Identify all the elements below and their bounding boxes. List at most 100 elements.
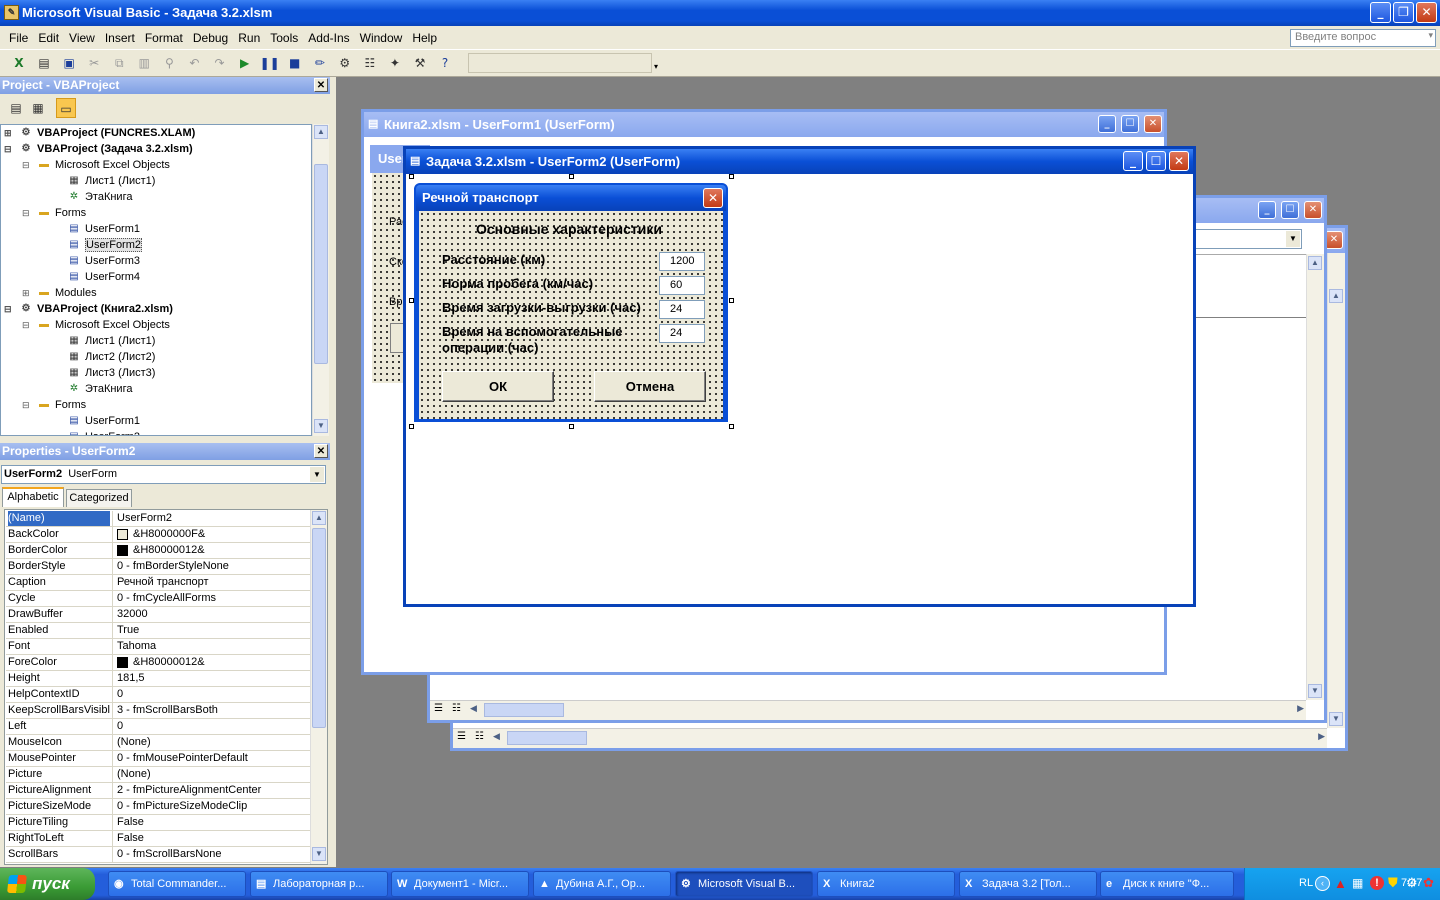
property-value[interactable]: 181,5 bbox=[112, 671, 310, 686]
close-icon[interactable]: ✕ bbox=[703, 188, 723, 208]
run-icon[interactable]: ▶ bbox=[235, 53, 255, 73]
minimize-button[interactable]: _ bbox=[1258, 201, 1276, 219]
property-value[interactable]: UserForm2 bbox=[112, 511, 310, 526]
restore-button[interactable]: ❐ bbox=[1393, 2, 1414, 23]
property-row[interactable]: DrawBuffer 32000 bbox=[6, 607, 312, 623]
save-icon[interactable]: ▣ bbox=[59, 53, 79, 73]
tree-node[interactable]: ⊟ ▬ Forms bbox=[22, 205, 86, 221]
resize-handle[interactable] bbox=[729, 298, 734, 303]
close-icon[interactable]: ✕ bbox=[1144, 115, 1162, 133]
code-hscroll[interactable]: ☰ ☷ ◀ ▶ bbox=[430, 700, 1306, 720]
properties-window-icon[interactable]: ☷ bbox=[360, 53, 380, 73]
language-indicator[interactable]: RL bbox=[1299, 877, 1313, 889]
module-view-icon[interactable]: ☷ bbox=[452, 703, 461, 714]
property-row[interactable]: BackColor &H8000000F& bbox=[6, 527, 312, 543]
menu-run[interactable]: Run bbox=[233, 26, 265, 50]
paste-icon[interactable]: ▥ bbox=[134, 53, 154, 73]
tree-node[interactable]: ✲ ЭтаКнига bbox=[57, 381, 133, 397]
excel-icon[interactable]: X bbox=[9, 53, 29, 73]
properties-scrollbar[interactable]: ▲ ▼ bbox=[310, 510, 327, 864]
pdf-tray-icon[interactable]: ▲ bbox=[1334, 876, 1347, 891]
tree-node[interactable]: ⊞ ▬ Modules bbox=[22, 285, 97, 301]
help-icon[interactable]: ? bbox=[435, 53, 455, 73]
break-icon[interactable]: ❚❚ bbox=[260, 53, 280, 73]
collapse-icon[interactable]: ⊟ bbox=[4, 301, 12, 317]
taskbar-button[interactable]: ▤ Лабораторная р... bbox=[250, 871, 388, 897]
collapse-icon[interactable]: ⊟ bbox=[22, 317, 30, 333]
scroll-thumb[interactable] bbox=[314, 164, 328, 364]
scroll-down-icon[interactable]: ▼ bbox=[312, 847, 326, 861]
minimize-button[interactable]: _ bbox=[1123, 151, 1143, 171]
update-tray-icon[interactable]: ✿ bbox=[1423, 875, 1434, 891]
taskbar-button[interactable]: ▲ Дубина А.Г., Ор... bbox=[533, 871, 671, 897]
property-value[interactable]: 0 bbox=[112, 719, 310, 734]
tree-node[interactable]: ⊟ ⚙ VBAProject (Задача 3.2.xlsm) bbox=[4, 141, 193, 157]
taskbar-button[interactable]: W Документ1 - Micr... bbox=[391, 871, 529, 897]
tree-node[interactable]: ▤ UserForm2 bbox=[57, 429, 140, 435]
resize-handle[interactable] bbox=[409, 174, 414, 179]
resize-handle[interactable] bbox=[409, 424, 414, 429]
scroll-thumb[interactable] bbox=[484, 703, 564, 717]
property-row[interactable]: KeepScrollBarsVisible 3 - fmScrollBarsBot… bbox=[6, 703, 312, 719]
resize-handle[interactable] bbox=[569, 174, 574, 179]
maximize-button[interactable]: ☐ bbox=[1146, 151, 1166, 171]
tree-node[interactable]: ▤ UserForm3 bbox=[57, 253, 140, 269]
resize-handle[interactable] bbox=[569, 424, 574, 429]
property-value[interactable]: (None) bbox=[112, 767, 310, 782]
scroll-up-icon[interactable]: ▲ bbox=[312, 511, 326, 525]
property-row[interactable]: (Name) UserForm2 bbox=[6, 511, 312, 527]
tree-node[interactable]: ▤ UserForm1 bbox=[57, 413, 140, 429]
property-row[interactable]: ScrollBars 0 - fmScrollBarsNone bbox=[6, 847, 312, 863]
scroll-thumb[interactable] bbox=[312, 528, 326, 728]
tab-alphabetic[interactable]: Alphabetic bbox=[2, 487, 64, 507]
property-row[interactable]: MouseIcon (None) bbox=[6, 735, 312, 751]
scroll-thumb[interactable] bbox=[507, 731, 587, 745]
project-explorer-icon[interactable]: ⚙ bbox=[335, 53, 355, 73]
maximize-button[interactable]: ☐ bbox=[1281, 201, 1299, 219]
taskbar-button[interactable]: ⚙ Microsoft Visual B... bbox=[675, 871, 813, 897]
close-icon[interactable]: ✕ bbox=[314, 78, 328, 92]
property-row[interactable]: PictureTiling False bbox=[6, 815, 312, 831]
tree-node[interactable]: ⊟ ⚙ VBAProject (Книга2.xlsm) bbox=[4, 301, 173, 317]
property-value[interactable]: (None) bbox=[112, 735, 310, 750]
ok-button[interactable]: ОК bbox=[442, 371, 554, 402]
cut-icon[interactable]: ✂ bbox=[84, 53, 104, 73]
property-value[interactable]: 0 bbox=[112, 687, 310, 702]
property-value[interactable]: &H80000012& bbox=[112, 655, 310, 670]
menu-edit[interactable]: Edit bbox=[33, 26, 64, 50]
chevron-down-icon[interactable]: ▾ bbox=[1428, 30, 1433, 41]
scroll-down-icon[interactable]: ▼ bbox=[1308, 684, 1322, 698]
start-button[interactable]: пуск bbox=[0, 868, 95, 900]
scroll-up-icon[interactable]: ▲ bbox=[314, 125, 328, 139]
view-code-icon[interactable]: ▤ bbox=[6, 98, 26, 118]
tree-node[interactable]: ▤ UserForm2 bbox=[57, 237, 143, 253]
tree-node[interactable]: ▤ UserForm4 bbox=[57, 269, 140, 285]
property-row[interactable]: RightToLeft False bbox=[6, 831, 312, 847]
property-row[interactable]: Enabled True bbox=[6, 623, 312, 639]
close-icon[interactable]: ✕ bbox=[1304, 201, 1322, 219]
tree-node[interactable]: ▦ Лист2 (Лист2) bbox=[57, 349, 155, 365]
property-value[interactable]: 32000 bbox=[112, 607, 310, 622]
property-value[interactable]: False bbox=[112, 831, 310, 846]
warning-tray-icon[interactable]: ! bbox=[1370, 876, 1384, 890]
toggle-folders-icon[interactable]: ▭ bbox=[56, 98, 76, 118]
property-row[interactable]: Font Tahoma bbox=[6, 639, 312, 655]
scroll-right-icon[interactable]: ▶ bbox=[1318, 731, 1325, 742]
copy-icon[interactable]: ⧉ bbox=[109, 53, 129, 73]
redo-icon[interactable]: ↷ bbox=[210, 53, 230, 73]
tab-categorized[interactable]: Categorized bbox=[66, 489, 132, 507]
toolbar-options-icon[interactable]: ▾ bbox=[654, 62, 658, 71]
tree-node[interactable]: ▦ Лист1 (Лист1) bbox=[57, 333, 155, 349]
collapse-icon[interactable]: ⊟ bbox=[22, 397, 30, 413]
chevron-down-icon[interactable]: ▼ bbox=[310, 467, 324, 482]
property-value[interactable]: Речной транспорт bbox=[112, 575, 310, 590]
property-value[interactable]: Tahoma bbox=[112, 639, 310, 654]
ask-question-input[interactable]: Введите вопрос ▾ bbox=[1290, 29, 1436, 47]
property-row[interactable]: PictureAlignment 2 - fmPictureAlignmentCe… bbox=[6, 783, 312, 799]
toolbox-icon[interactable]: ⚒ bbox=[410, 53, 430, 73]
taskbar-button[interactable]: X Книга2 bbox=[817, 871, 955, 897]
scroll-left-icon[interactable]: ◀ bbox=[470, 703, 477, 714]
property-value[interactable]: 0 - fmMousePointerDefault bbox=[112, 751, 310, 766]
reset-icon[interactable]: ■ bbox=[285, 53, 305, 73]
tree-node[interactable]: ⊟ ▬ Microsoft Excel Objects bbox=[22, 317, 170, 333]
